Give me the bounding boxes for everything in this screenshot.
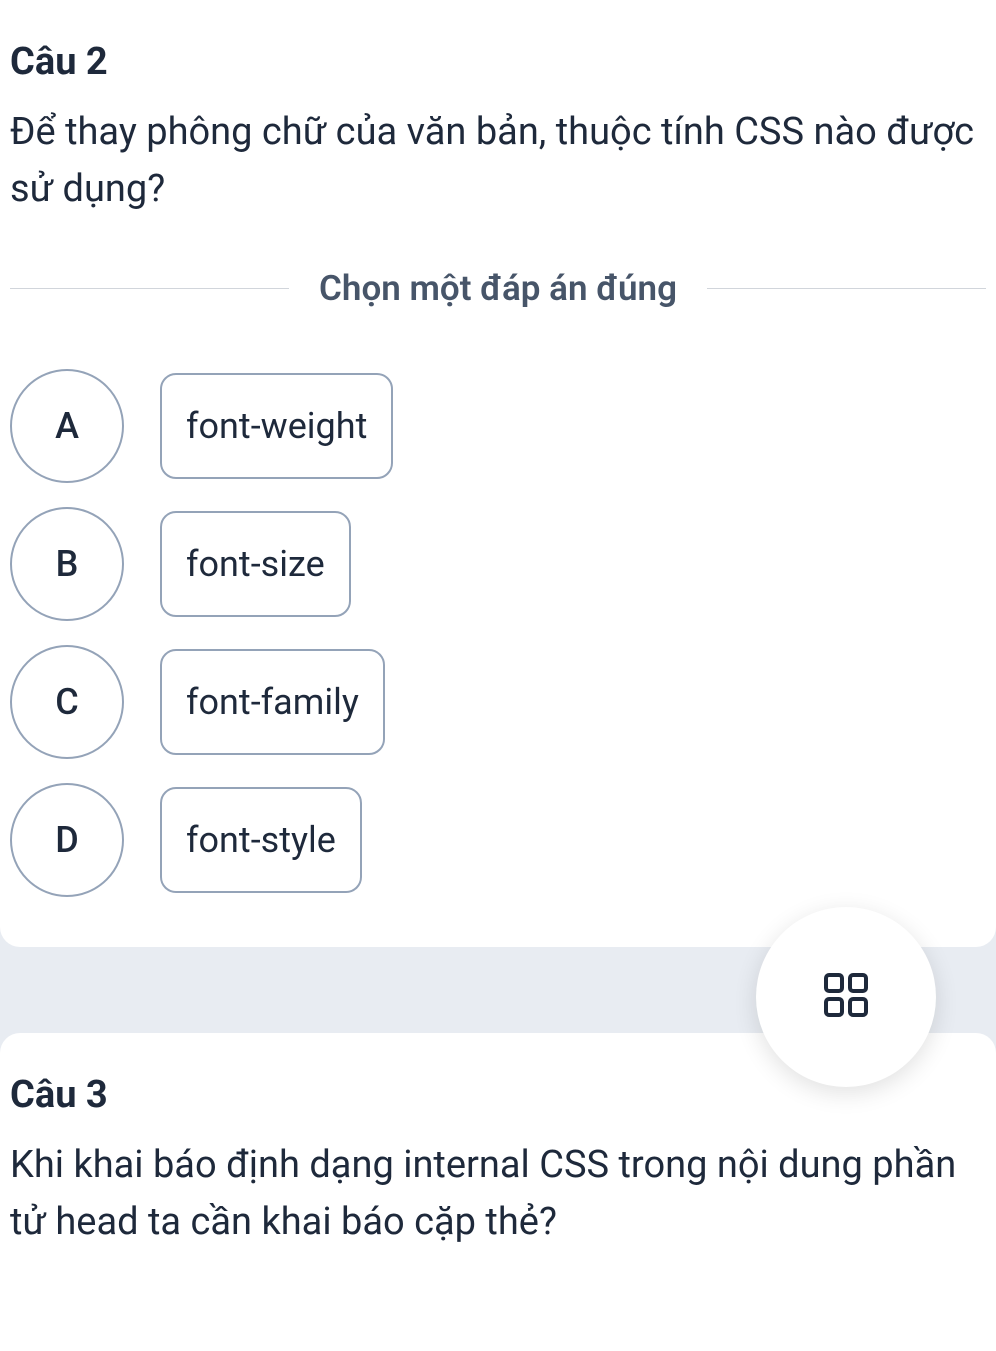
grid-icon	[822, 971, 870, 1023]
instruction-text: Chọn một đáp án đúng	[289, 268, 707, 309]
question-text: Để thay phông chữ của văn bản, thuộc tín…	[10, 104, 986, 218]
option-b[interactable]: B font-size	[10, 507, 986, 621]
question-card-2: Câu 2 Để thay phông chữ của văn bản, thu…	[0, 0, 996, 947]
option-d[interactable]: D font-style	[10, 783, 986, 897]
instruction-row: Chọn một đáp án đúng	[10, 268, 986, 309]
gap-section	[0, 947, 996, 1033]
question-title: Câu 2	[10, 40, 986, 84]
option-letter-d: D	[10, 783, 124, 897]
option-a[interactable]: A font-weight	[10, 369, 986, 483]
grid-menu-button[interactable]	[756, 907, 936, 1087]
options-list: A font-weight B font-size C font-family …	[10, 369, 986, 897]
question-text: Khi khai báo định dạng internal CSS tron…	[10, 1137, 986, 1251]
option-c[interactable]: C font-family	[10, 645, 986, 759]
option-value-b: font-size	[160, 511, 351, 617]
divider-line-left	[10, 288, 289, 289]
divider-line-right	[707, 288, 986, 289]
option-letter-b: B	[10, 507, 124, 621]
option-letter-a: A	[10, 369, 124, 483]
option-value-c: font-family	[160, 649, 385, 755]
option-letter-c: C	[10, 645, 124, 759]
option-value-d: font-style	[160, 787, 362, 893]
option-value-a: font-weight	[160, 373, 393, 479]
